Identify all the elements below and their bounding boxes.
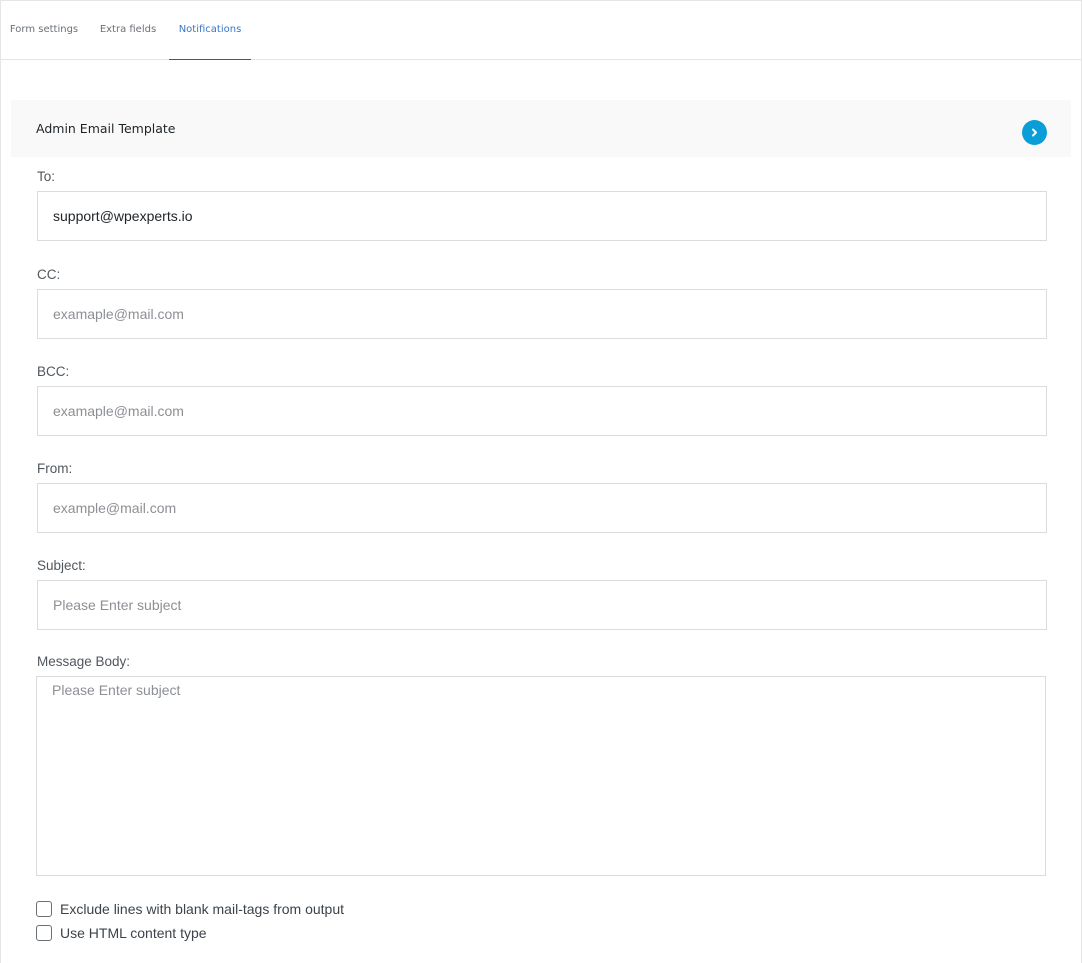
exclude-blank-label: Exclude lines with blank mail-tags from … [60,901,345,917]
html-content-checkbox[interactable] [36,925,52,941]
chevron-right-icon [1032,128,1037,137]
template-toggle-button[interactable] [1022,120,1047,145]
to-field[interactable] [37,191,1047,241]
cc-field[interactable] [37,289,1047,339]
subject-field[interactable] [37,580,1047,630]
html-content-option[interactable]: Use HTML content type [36,924,207,942]
template-header[interactable]: Admin Email Template [11,100,1071,157]
to-label: To: [37,169,56,184]
from-field[interactable] [37,483,1047,533]
message-body-label: Message Body: [37,654,131,669]
subject-label: Subject: [37,558,86,573]
from-label: From: [37,461,73,476]
template-title: Admin Email Template [36,121,176,136]
bcc-label: BCC: [37,364,70,379]
tab-bar: Form settings Extra fields Notifications [0,0,1082,60]
exclude-blank-checkbox[interactable] [36,901,52,917]
html-content-label: Use HTML content type [60,925,207,941]
cc-label: CC: [37,267,61,282]
tab-notifications[interactable]: Notifications [169,0,251,60]
message-body-field[interactable] [36,676,1046,876]
bcc-field[interactable] [37,386,1047,436]
exclude-blank-option[interactable]: Exclude lines with blank mail-tags from … [36,900,344,918]
tab-form-settings[interactable]: Form settings [0,0,88,60]
tab-extra-fields[interactable]: Extra fields [88,0,168,60]
